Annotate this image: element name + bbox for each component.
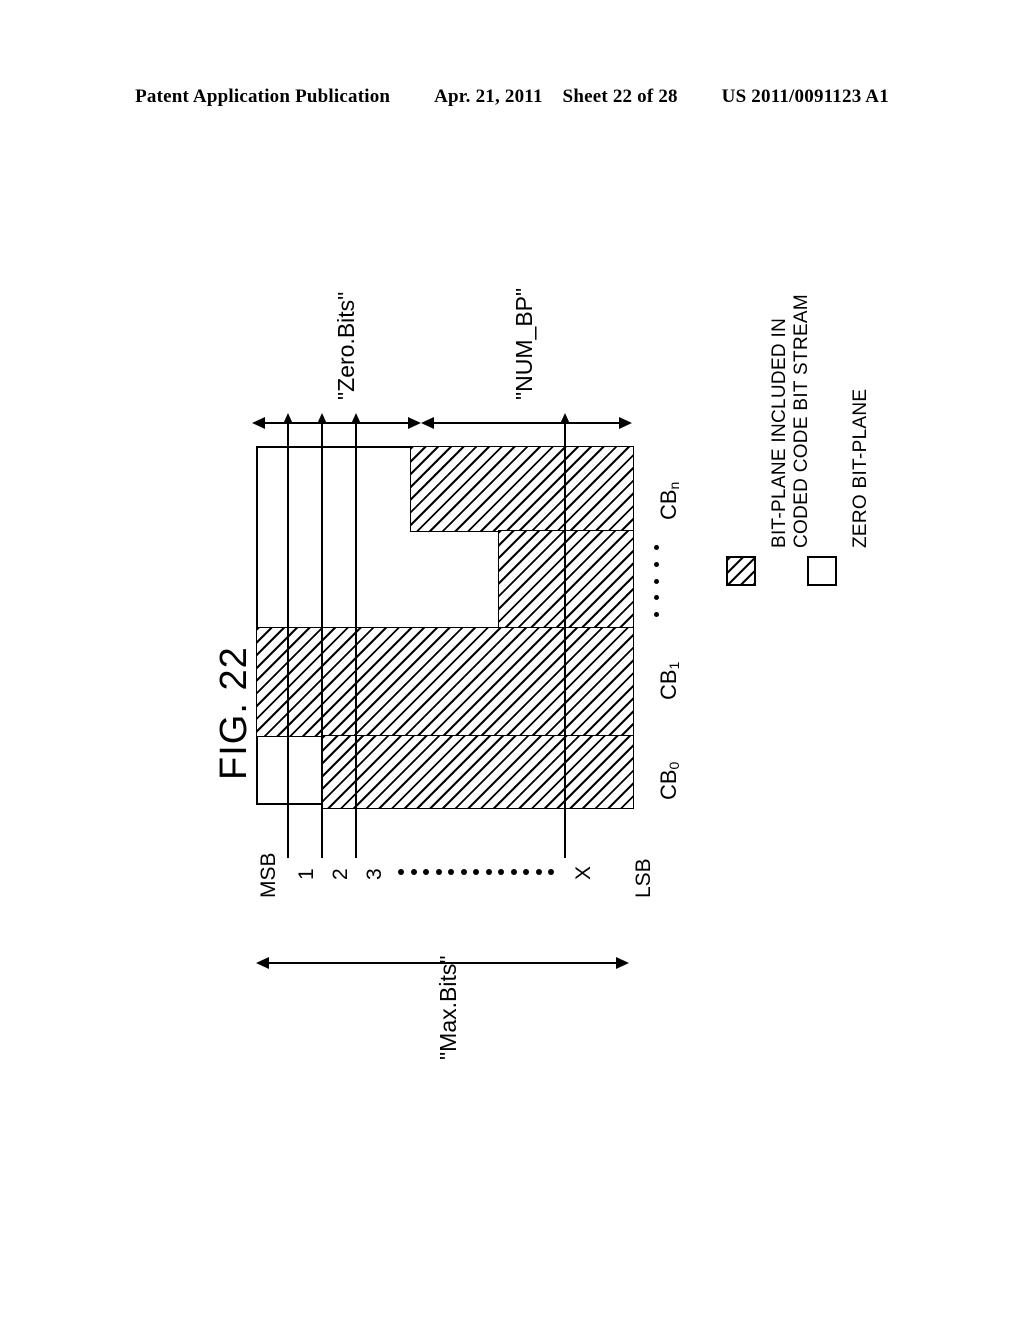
tick-line-2 (321, 418, 323, 858)
legend-label-coded-bitplane-line1: BIT-PLANE INCLUDED IN (769, 317, 790, 548)
zero-bits-arrow-left (252, 417, 265, 429)
cell-cb1-coded (256, 627, 634, 737)
legend-label-coded-bitplane-line2: CODED CODE BIT STREAM (791, 293, 812, 548)
bit-index-label-2: 2 (329, 868, 352, 880)
legend-label-zero-bitplane: ZERO BIT-PLANE (850, 388, 871, 548)
bit-index-label-1: 1 (295, 868, 318, 880)
legend-swatch-coded-bitplane (726, 556, 756, 586)
cb0-text: CB (656, 769, 681, 800)
cell-mid-coded (498, 530, 634, 629)
tick-line-1 (287, 418, 289, 858)
bit-index-label-3: 3 (363, 868, 386, 880)
figure-title: FIG. 22 (213, 646, 255, 780)
cbn-subscript: n (666, 481, 682, 490)
code-block-ellipsis (653, 545, 659, 617)
tick-line-x (564, 418, 566, 858)
code-block-label-cbn: CBn (656, 481, 682, 520)
zero-bits-dimension-line (262, 422, 412, 424)
num-bp-arrow-left (421, 417, 434, 429)
cb1-text: CB (656, 669, 681, 700)
cb1-subscript: 1 (666, 661, 682, 670)
bit-plane-grid (256, 446, 634, 809)
bit-index-label-x: X (572, 865, 595, 880)
cb0-subscript: 0 (666, 761, 682, 770)
max-bits-arrow-left (256, 957, 269, 969)
zero-bits-label: "Zero.Bits" (333, 291, 359, 400)
code-block-label-cb0: CB0 (656, 761, 682, 800)
num-bp-label: "NUM_BP" (511, 287, 537, 400)
figure-22: FIG. 22 "Zero.Bits" "NUM_BP" "Max.Bits" … (0, 0, 1024, 1320)
legend-swatch-zero-bitplane (807, 556, 837, 586)
code-block-label-cb1: CB1 (656, 661, 682, 700)
cell-cb0-coded (322, 735, 634, 809)
msb-label: MSB (257, 852, 280, 898)
max-bits-arrow-right (616, 957, 629, 969)
cbn-text: CB (656, 489, 681, 520)
cell-cbn-coded (410, 446, 634, 532)
bit-axis-ellipsis (398, 869, 554, 875)
num-bp-dimension-line (431, 422, 623, 424)
legend: BIT-PLANE INCLUDED IN CODED CODE BIT STR… (700, 294, 890, 620)
zero-bits-arrow-right (408, 417, 421, 429)
lsb-label: LSB (632, 858, 655, 898)
max-bits-label: "Max.Bits" (435, 955, 461, 1060)
num-bp-arrow-right (619, 417, 632, 429)
tick-line-3 (355, 418, 357, 858)
